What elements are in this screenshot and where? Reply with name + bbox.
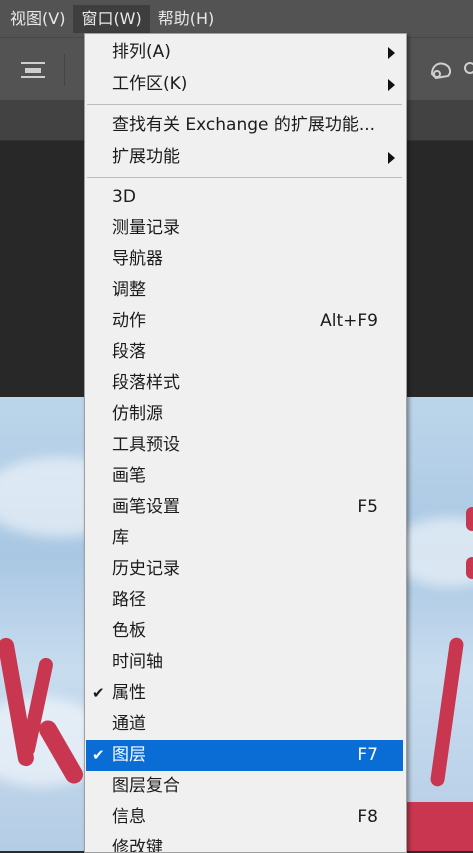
menu-item-label: 色板 — [112, 621, 146, 641]
menu-item-label: 画笔 — [112, 466, 146, 486]
menu-item-paragraph[interactable]: 段落 — [86, 337, 403, 368]
menu-window[interactable]: 窗口(W) — [73, 4, 150, 33]
menu-item-label: 库 — [112, 528, 129, 548]
menu-item-swatches[interactable]: 色板 — [86, 616, 403, 647]
submenu-arrow-icon — [388, 47, 395, 59]
menu-item-channels[interactable]: 通道 — [86, 709, 403, 740]
menu-item-label: 时间轴 — [112, 652, 163, 672]
menu-item-navigator[interactable]: 导航器 — [86, 244, 403, 275]
menu-item-shortcut: F8 — [357, 807, 378, 827]
menu-item-paths[interactable]: 路径 — [86, 585, 403, 616]
tool-icon[interactable] — [462, 56, 473, 82]
menu-item-shortcut: F5 — [357, 497, 378, 517]
menu-item-label: 段落 — [112, 342, 146, 362]
menu-item-label: 排列(A) — [112, 42, 171, 62]
submenu-arrow-icon — [388, 79, 395, 91]
menu-item-label: 通道 — [112, 714, 146, 734]
menu-item-label: 工作区(K) — [112, 74, 188, 94]
menu-item-label: 导航器 — [112, 249, 163, 269]
window-menu-dropdown: 排列(A) 工作区(K) 查找有关 Exchange 的扩展功能... 扩展功能… — [84, 33, 407, 853]
menu-divider — [87, 104, 402, 105]
menu-item-workspace[interactable]: 工作区(K) — [86, 69, 403, 100]
menu-item-arrange[interactable]: 排列(A) — [86, 37, 403, 68]
paint-stroke — [466, 507, 473, 531]
menu-item-3d[interactable]: 3D — [86, 182, 403, 213]
puppet-warp-icon[interactable] — [428, 56, 458, 82]
menu-help[interactable]: 帮助(H) — [150, 5, 223, 33]
menubar: 视图(V) 窗口(W) 帮助(H) — [0, 0, 473, 37]
menu-item-label: 扩展功能 — [112, 147, 180, 167]
menu-item-layer-comps[interactable]: 图层复合 — [86, 771, 403, 802]
menu-view[interactable]: 视图(V) — [0, 5, 73, 33]
menu-item-info[interactable]: 信息 F8 — [86, 802, 403, 833]
menu-item-label: 动作 — [112, 311, 146, 331]
menu-item-label: 仿制源 — [112, 404, 163, 424]
menu-item-paragraph-styles[interactable]: 段落样式 — [86, 368, 403, 399]
menu-item-label: 修改键 — [112, 838, 163, 853]
menu-item-label: 查找有关 Exchange 的扩展功能... — [112, 115, 376, 135]
menu-item-timeline[interactable]: 时间轴 — [86, 647, 403, 678]
menu-item-adjustments[interactable]: 调整 — [86, 275, 403, 306]
menu-item-label: 图层 — [112, 745, 146, 765]
menu-item-label: 图层复合 — [112, 776, 180, 796]
pink-shape — [405, 802, 473, 851]
menu-item-layers[interactable]: ✔ 图层 F7 — [86, 740, 403, 771]
align-center-icon[interactable] — [20, 60, 46, 80]
paint-stroke — [466, 557, 473, 579]
menu-item-label: 历史记录 — [112, 559, 180, 579]
menu-item-history[interactable]: 历史记录 — [86, 554, 403, 585]
toolbar-separator — [64, 54, 65, 86]
menu-item-libraries[interactable]: 库 — [86, 523, 403, 554]
menu-item-measurement-log[interactable]: 测量记录 — [86, 213, 403, 244]
menu-item-clone-source[interactable]: 仿制源 — [86, 399, 403, 430]
menu-item-label: 属性 — [112, 683, 146, 703]
menu-item-shortcut: F7 — [357, 745, 378, 765]
menu-item-label: 信息 — [112, 807, 146, 827]
checkmark-icon: ✔ — [92, 684, 105, 702]
menu-item-actions[interactable]: 动作 Alt+F9 — [86, 306, 403, 337]
menu-item-brushes[interactable]: 画笔 — [86, 461, 403, 492]
menu-item-tool-presets[interactable]: 工具预设 — [86, 430, 403, 461]
checkmark-icon: ✔ — [92, 746, 105, 764]
menu-item-extensions[interactable]: 扩展功能 — [86, 142, 403, 173]
menu-item-brush-settings[interactable]: 画笔设置 F5 — [86, 492, 403, 523]
menu-item-find-extensions[interactable]: 查找有关 Exchange 的扩展功能... — [86, 110, 403, 141]
menu-item-label: 画笔设置 — [112, 497, 180, 517]
paint-stroke — [429, 636, 465, 788]
menu-item-label: 工具预设 — [112, 435, 180, 455]
menu-item-label: 调整 — [112, 280, 146, 300]
menu-divider — [87, 177, 402, 178]
menu-item-modifier-keys[interactable]: 修改键 — [86, 833, 403, 853]
submenu-arrow-icon — [388, 152, 395, 164]
menu-item-shortcut: Alt+F9 — [320, 311, 378, 331]
menu-item-label: 路径 — [112, 590, 146, 610]
menu-item-label: 测量记录 — [112, 218, 180, 238]
menu-item-label: 段落样式 — [112, 373, 180, 393]
menu-item-properties[interactable]: ✔ 属性 — [86, 678, 403, 709]
menu-item-label: 3D — [112, 187, 136, 207]
